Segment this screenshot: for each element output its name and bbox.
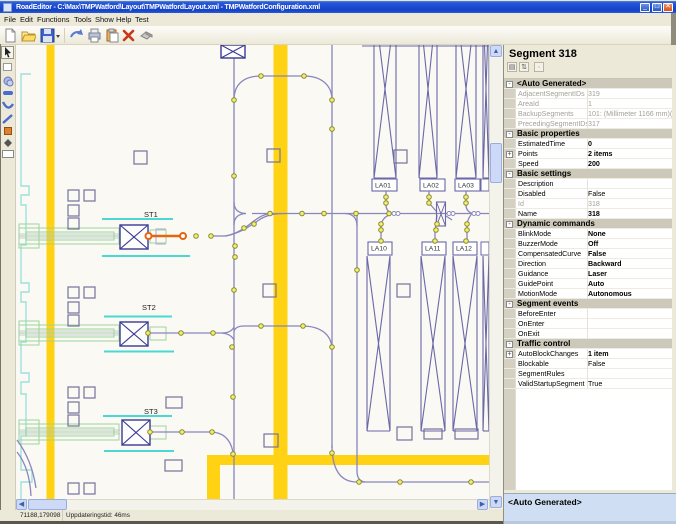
svg-text:ST2: ST2 bbox=[142, 303, 156, 312]
svg-text:LA12: LA12 bbox=[456, 246, 472, 253]
svg-text:LA10: LA10 bbox=[371, 246, 387, 253]
svg-text:LA11: LA11 bbox=[425, 246, 441, 253]
svg-text:LA03: LA03 bbox=[458, 183, 474, 190]
svg-text:ST1: ST1 bbox=[144, 210, 158, 219]
svg-text:LA02: LA02 bbox=[423, 183, 439, 190]
svg-text:LA01: LA01 bbox=[375, 183, 391, 190]
svg-text:ST3: ST3 bbox=[144, 407, 158, 416]
